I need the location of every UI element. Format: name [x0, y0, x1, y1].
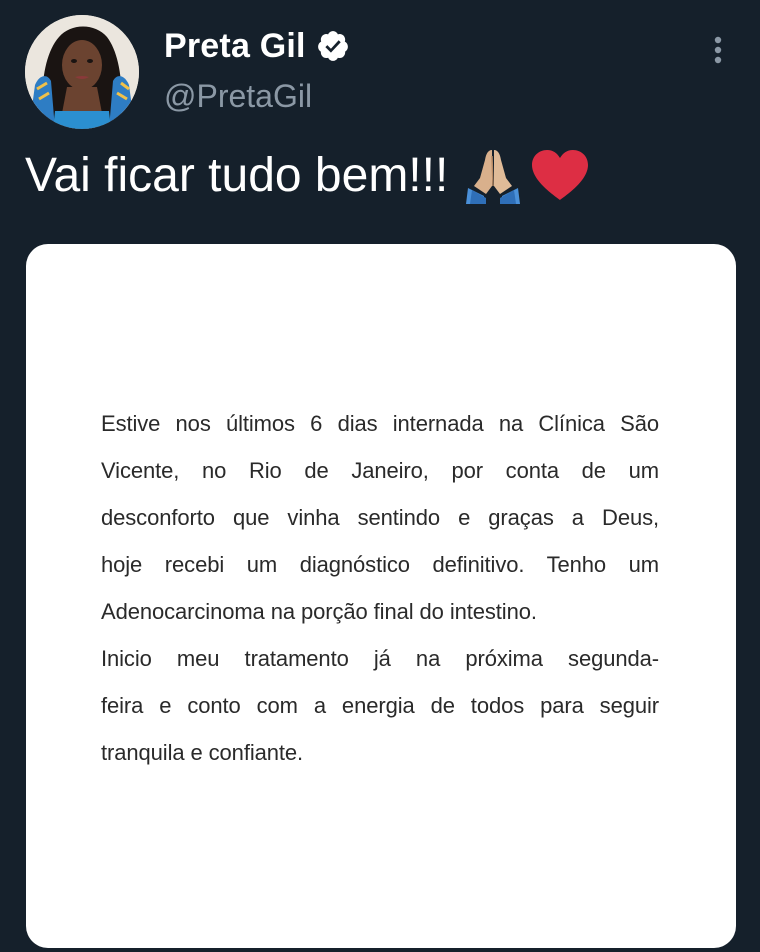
- verified-badge-icon: [317, 31, 348, 61]
- media-text-line: tranquila e confiante.: [101, 740, 304, 765]
- media-text-line: feira e conto com a energia de todos par…: [101, 693, 659, 718]
- media-text-line: Inicio meu tratamento já na próxima segu…: [101, 646, 659, 671]
- red-heart-icon: [532, 150, 589, 200]
- handle[interactable]: @PretaGil: [164, 78, 312, 115]
- media-text-line: desconforto que vinha sentindo e graças …: [101, 505, 659, 530]
- tweet-text: Vai ficar tudo bem!!!: [25, 146, 590, 204]
- media-text-line: Estive nos últimos 6 dias internada na C…: [101, 411, 659, 436]
- avatar-image: [25, 15, 139, 129]
- more-options-icon[interactable]: [704, 34, 732, 66]
- media-image[interactable]: Estive nos últimos 6 dias internada na C…: [26, 244, 736, 948]
- media-text-line: Adenocarcinoma na porção final do intest…: [101, 599, 537, 624]
- tweet: Preta Gil @PretaGil Vai ficar tudo bem!!…: [0, 0, 760, 952]
- avatar[interactable]: [25, 15, 139, 129]
- media-text-block: Estive nos últimos 6 dias internada na C…: [101, 400, 659, 776]
- author-row: Preta Gil: [164, 24, 350, 68]
- media-text-line: hoje recebi um diagnóstico definitivo. T…: [101, 552, 659, 577]
- tweet-text-content: Vai ficar tudo bem!!!: [25, 148, 449, 202]
- folded-hands-icon: [466, 150, 521, 204]
- display-name[interactable]: Preta Gil: [164, 27, 306, 66]
- media-text-line: Vicente, no Rio de Janeiro, por conta de…: [101, 458, 659, 483]
